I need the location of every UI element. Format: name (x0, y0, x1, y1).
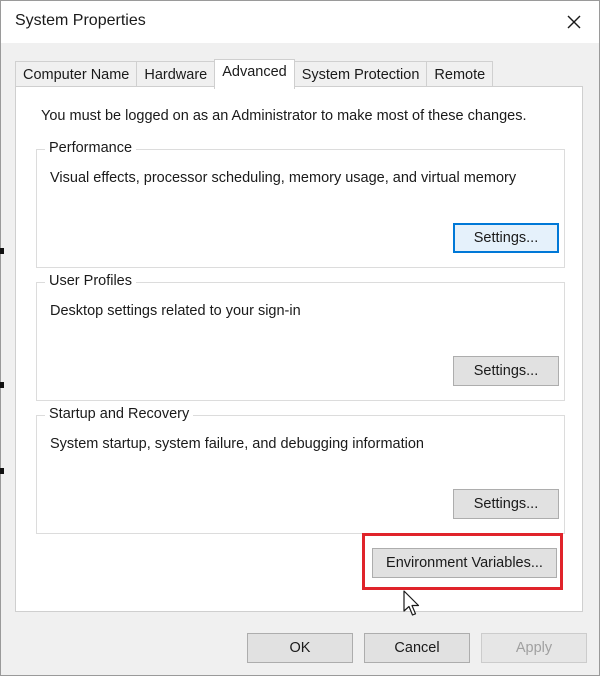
tab-computer-name[interactable]: Computer Name (15, 61, 138, 87)
performance-settings-button[interactable]: Settings... (453, 223, 559, 253)
title-bar: System Properties (1, 1, 599, 43)
performance-description: Visual effects, processor scheduling, me… (50, 170, 517, 186)
performance-label: Performance (45, 140, 137, 156)
edge-mark (0, 248, 4, 254)
startup-recovery-label: Startup and Recovery (45, 406, 194, 422)
environment-variables-button[interactable]: Environment Variables... (372, 548, 557, 578)
tab-advanced[interactable]: Advanced (214, 59, 295, 89)
apply-button[interactable]: Apply (481, 633, 587, 663)
edge-mark (0, 382, 4, 388)
ok-button[interactable]: OK (247, 633, 353, 663)
startup-recovery-description: System startup, system failure, and debu… (50, 436, 424, 452)
tab-strip: Computer Name Hardware Advanced System P… (15, 59, 494, 89)
advanced-tab-panel: You must be logged on as an Administrato… (15, 86, 583, 612)
tab-remote[interactable]: Remote (426, 61, 494, 87)
system-properties-window: System Properties Computer Name Hardware… (0, 0, 600, 676)
mouse-pointer-icon (403, 590, 420, 616)
performance-group: Performance Visual effects, processor sc… (36, 140, 565, 268)
user-profiles-description: Desktop settings related to your sign-in (50, 303, 301, 319)
tab-hardware[interactable]: Hardware (136, 61, 216, 87)
edge-mark (0, 468, 4, 474)
window-title: System Properties (15, 12, 146, 29)
close-button[interactable] (559, 7, 589, 37)
tab-system-protection[interactable]: System Protection (293, 61, 428, 87)
user-profiles-label: User Profiles (45, 273, 136, 289)
close-icon (567, 15, 581, 29)
user-profiles-group: User Profiles Desktop settings related t… (36, 273, 565, 401)
startup-recovery-settings-button[interactable]: Settings... (453, 489, 559, 519)
startup-recovery-group: Startup and Recovery System startup, sys… (36, 406, 565, 534)
user-profiles-settings-button[interactable]: Settings... (453, 356, 559, 386)
cancel-button[interactable]: Cancel (364, 633, 470, 663)
admin-notice: You must be logged on as an Administrato… (41, 108, 527, 124)
